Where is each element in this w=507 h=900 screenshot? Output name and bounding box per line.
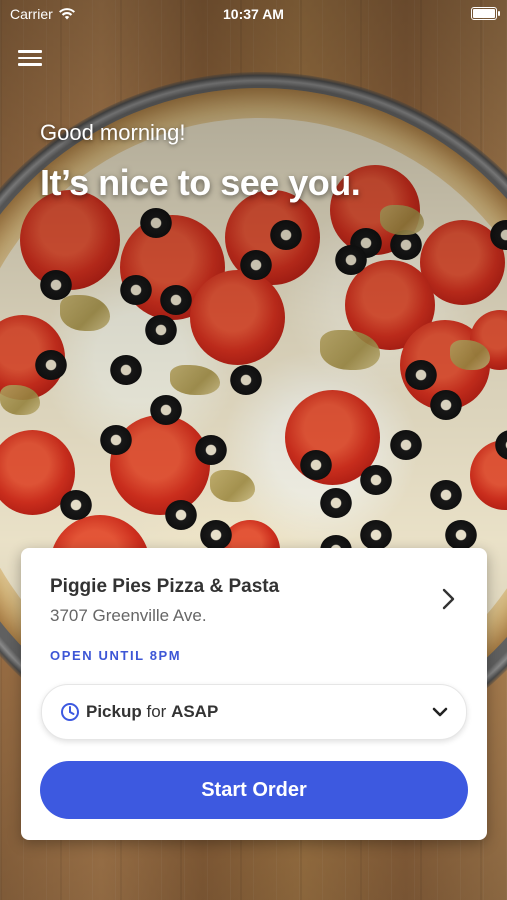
order-mode-connector: for [146,702,167,721]
status-bar: Carrier 10:37 AM [0,0,507,30]
order-mode-dropdown[interactable]: Pickup for ASAP [41,684,467,740]
store-selector[interactable]: Piggie Pies Pizza & Pasta 3707 Greenvill… [50,576,463,630]
welcome-headline: It’s nice to see you. [40,162,361,203]
chevron-right-icon [442,588,455,610]
hamburger-menu-icon[interactable] [18,46,42,68]
battery-icon [471,7,500,20]
store-name: Piggie Pies Pizza & Pasta [50,576,280,597]
chevron-down-icon [432,707,448,717]
start-order-button[interactable]: Start Order [40,761,468,819]
order-mode-label: Pickup for ASAP [86,702,218,722]
order-mode-time: ASAP [171,702,219,721]
clock-icon [61,703,79,721]
store-address: 3707 Greenville Ave. [50,606,207,625]
order-mode-type: Pickup [86,702,142,721]
greeting-text: Good morning! [40,120,186,145]
store-hours: OPEN UNTIL 8PM [50,648,182,663]
store-card: Piggie Pies Pizza & Pasta 3707 Greenvill… [21,548,487,840]
status-time: 10:37 AM [223,6,284,22]
